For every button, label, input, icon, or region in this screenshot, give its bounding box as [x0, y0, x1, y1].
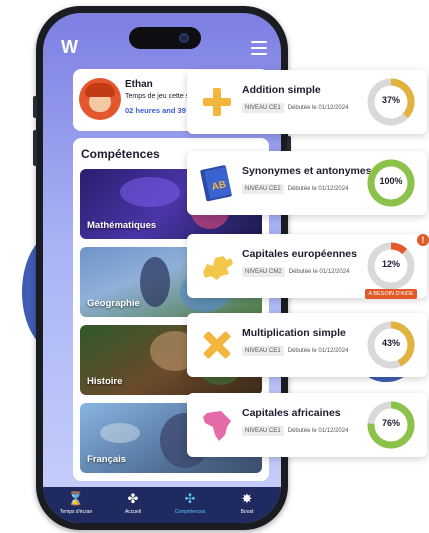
skill-tile-label: Français [87, 454, 127, 465]
needs-help-badge: A BESOIN D'AIDE [365, 282, 417, 300]
screen-time-label: Temps de jeu cette se [125, 93, 194, 100]
bottom-tab-bar: ⌛ Temps d'écran ✤ Accueil ✣ Compétences … [43, 487, 281, 523]
skill-card-title: Addition simple [242, 84, 321, 96]
alert-icon: ! [417, 234, 429, 246]
skill-card-title: Synonymes et antonymes [242, 165, 372, 177]
level-badge: NIVEAU CE1 [242, 346, 284, 356]
puzzle-icon: ✣ [184, 491, 196, 506]
times-icon [203, 331, 231, 359]
start-date: Débutée le 01/12/2024 [287, 186, 349, 192]
skill-card-meta: NIVEAU CE1 Débutée le 01/12/2024 [242, 346, 348, 356]
skill-card-meta: NIVEAU CE1 Débutée le 01/12/2024 [242, 103, 348, 113]
skill-card-title: Capitales africaines [242, 407, 341, 419]
tab-accueil[interactable]: ✤ Accueil [108, 491, 158, 515]
start-date: Débutée le 01/12/2024 [287, 105, 349, 111]
skill-card-meta: NIVEAU CE1 Débutée le 01/12/2024 [242, 426, 348, 436]
skill-card[interactable]: Addition simple NIVEAU CE1 Débutée le 01/… [187, 70, 427, 134]
burst-icon: ✸ [241, 491, 253, 506]
skill-tile-label: Histoire [87, 376, 123, 387]
book-icon: AB [200, 165, 232, 202]
hourglass-icon: ⌛ [67, 491, 85, 506]
progress-value: 43% [381, 338, 400, 348]
level-badge: NIVEAU CE2 [242, 184, 284, 194]
progress-value: 76% [381, 418, 400, 428]
skill-card-title: Capitales européennes [242, 248, 357, 260]
level-badge: NIVEAU CE1 [242, 426, 284, 436]
tab-temps-ecran[interactable]: ⌛ Temps d'écran [51, 491, 101, 515]
progress-value: 37% [381, 95, 400, 105]
tab-boost[interactable]: ✸ Boost [222, 491, 272, 515]
progress-value: 100% [379, 176, 403, 186]
start-date: Débutée le 01/12/2024 [287, 348, 349, 354]
screen-time-value: 02 heures and 39 mi [125, 106, 197, 115]
plus-icon [203, 88, 231, 116]
skill-card-meta: NIVEAU CM2 Débutée le 01/12/2024 [242, 267, 349, 277]
skills-title: Compétences [81, 147, 160, 161]
app-logo: W [61, 37, 78, 57]
skill-card[interactable]: Capitales européennes NIVEAU CM2 Débutée … [187, 234, 427, 300]
start-date: Débutée le 01/12/2024 [287, 428, 349, 434]
skill-card-title: Multiplication simple [242, 327, 346, 339]
profile-name: Ethan [125, 79, 153, 90]
africa-map-icon [203, 411, 231, 441]
skill-card[interactable]: AB Synonymes et antonymes NIVEAU CE2 Débu… [187, 151, 427, 215]
skill-tile-label: Mathématiques [87, 220, 157, 231]
skill-tile-label: Géographie [87, 298, 140, 309]
europe-map-icon [203, 256, 233, 280]
home-grid-icon: ✤ [127, 491, 139, 506]
start-date: Débutée le 01/12/2024 [288, 269, 350, 275]
tab-competences[interactable]: ✣ Compétences [165, 491, 215, 515]
skill-card[interactable]: Capitales africaines NIVEAU CE1 Débutée l… [187, 393, 427, 457]
progress-value: 12% [381, 259, 400, 269]
avatar [79, 78, 121, 120]
skill-card[interactable]: Multiplication simple NIVEAU CE1 Débutée … [187, 313, 427, 377]
level-badge: NIVEAU CM2 [242, 267, 285, 277]
dynamic-island [129, 27, 201, 49]
hamburger-menu-icon[interactable] [251, 41, 267, 59]
level-badge: NIVEAU CE1 [242, 103, 284, 113]
skill-card-meta: NIVEAU CE2 Débutée le 01/12/2024 [242, 184, 348, 194]
camera-icon [179, 33, 189, 43]
